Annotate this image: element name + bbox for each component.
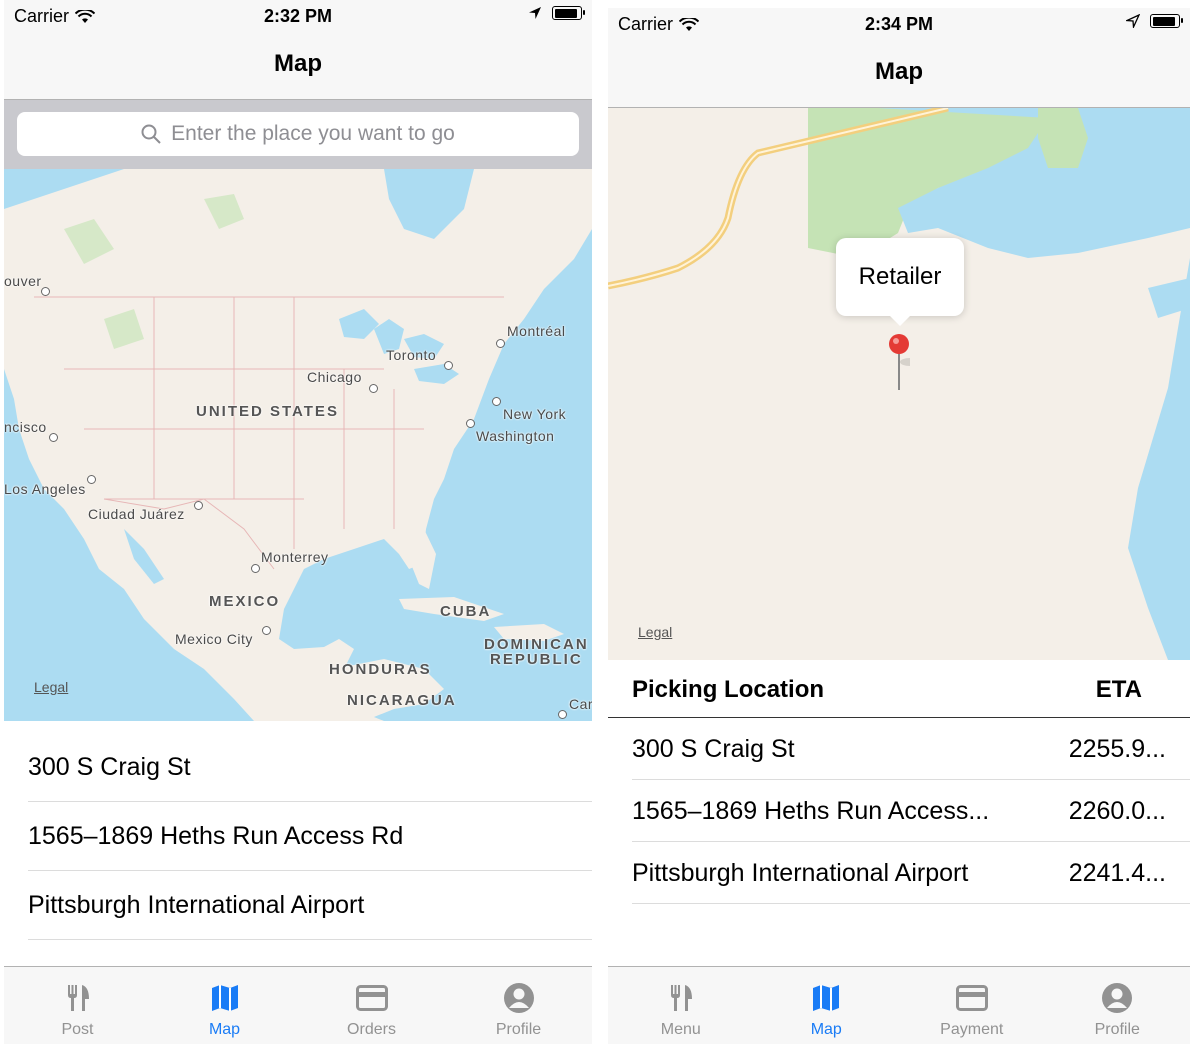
- table-row[interactable]: 300 S Craig St 2255.9...: [632, 718, 1190, 780]
- phone-screen-left: Carrier 2:32 PM Map Enter the place you …: [4, 0, 592, 1044]
- city-marker: [87, 475, 96, 484]
- map-label-new-york: New York: [503, 406, 567, 422]
- city-marker: [444, 361, 453, 370]
- page-title: Map: [274, 50, 322, 77]
- cell-eta: 2255.9...: [1068, 735, 1166, 763]
- picking-table: 300 S Craig St 2255.9... 1565–1869 Heths…: [608, 718, 1190, 904]
- cell-eta: 2241.4...: [1068, 859, 1166, 887]
- map-view[interactable]: Retailer Legal: [608, 108, 1190, 660]
- city-marker: [194, 501, 203, 510]
- list-item[interactable]: Pittsburgh International Airport: [28, 871, 592, 940]
- legal-link[interactable]: Legal: [638, 624, 672, 640]
- map-label-cuba: CUBA: [440, 603, 492, 620]
- map-label-mexico-city: Mexico City: [175, 631, 253, 647]
- tab-label: Profile: [1094, 1021, 1140, 1038]
- tab-bar: Post Map Orders Profile: [4, 966, 592, 1044]
- status-time: 2:32 PM: [263, 6, 333, 26]
- column-header-eta: ETA: [1095, 676, 1142, 703]
- tab-map[interactable]: Map: [754, 967, 900, 1044]
- cell-location: 1565–1869 Heths Run Access...: [632, 797, 990, 825]
- tab-profile[interactable]: Profile: [1045, 967, 1191, 1044]
- tab-label: Map: [208, 1021, 241, 1038]
- fork-knife-icon: [670, 985, 692, 1011]
- map-label-nicaragua: NICARAGUA: [347, 692, 457, 709]
- cell-eta: 2260.0...: [1068, 797, 1166, 825]
- map-label-washington: Washington: [476, 428, 555, 444]
- map-label-united-states: UNITED STATES: [196, 403, 339, 420]
- battery-icon: [552, 6, 585, 20]
- map-label-los-angeles: Los Angeles: [4, 481, 86, 497]
- map-label-san-francisco: ncisco: [4, 419, 47, 435]
- map-view[interactable]: ouver Montréal Toronto Chicago UNITED ST…: [4, 169, 592, 721]
- search-placeholder: Enter the place you want to go: [171, 122, 455, 145]
- tab-label: Post: [61, 1021, 94, 1038]
- map-label-vancouver: ouver: [4, 273, 42, 289]
- navigation-bar: Map: [4, 34, 592, 100]
- battery-icon: [1150, 14, 1183, 28]
- map-label-car: Car: [569, 696, 592, 712]
- map-label-honduras: HONDURAS: [329, 661, 432, 678]
- search-bar: Enter the place you want to go: [4, 100, 592, 169]
- tab-orders[interactable]: Orders: [298, 967, 445, 1044]
- tab-label: Payment: [940, 1021, 1004, 1038]
- tab-profile[interactable]: Profile: [445, 967, 592, 1044]
- map-label-ciudad-juarez: Ciudad Juárez: [88, 506, 185, 522]
- status-right-icons: [1126, 14, 1183, 28]
- cell-location: Pittsburgh International Airport: [632, 859, 969, 887]
- status-time: 2:34 PM: [864, 14, 934, 34]
- tab-label: Orders: [347, 1021, 396, 1038]
- tab-label: Profile: [495, 1021, 542, 1038]
- tab-post[interactable]: Post: [4, 967, 151, 1044]
- map-icon: [211, 985, 238, 1011]
- map-icon: [813, 985, 840, 1011]
- city-marker: [492, 397, 501, 406]
- status-bar: Carrier 2:32 PM: [4, 0, 592, 34]
- table-row[interactable]: 1565–1869 Heths Run Access... 2260.0...: [632, 780, 1190, 842]
- person-icon: [1102, 983, 1133, 1013]
- city-marker: [262, 626, 271, 635]
- city-marker: [49, 433, 58, 442]
- tab-bar: Menu Map Payment Profile: [608, 966, 1190, 1044]
- map-label-republic: REPUBLIC: [490, 651, 583, 668]
- city-marker: [251, 564, 260, 573]
- page-title: Map: [875, 58, 923, 85]
- map-label-toronto: Toronto: [386, 347, 437, 363]
- location-arrow-icon: [1126, 14, 1140, 28]
- map-label-monterrey: Monterrey: [261, 549, 329, 565]
- table-header: Picking Location ETA: [608, 660, 1190, 718]
- tab-map[interactable]: Map: [151, 967, 298, 1044]
- city-marker: [41, 287, 50, 296]
- map-label-mexico: MEXICO: [209, 593, 281, 610]
- search-icon: [141, 124, 161, 144]
- location-pin-icon[interactable]: [888, 334, 910, 394]
- navigation-bar: Map: [608, 42, 1190, 108]
- map-label-chicago: Chicago: [307, 369, 362, 385]
- phone-screen-right: Carrier 2:34 PM Map Retailer Legal Picki…: [608, 8, 1190, 1044]
- tab-menu[interactable]: Menu: [608, 967, 754, 1044]
- tab-label: Menu: [660, 1021, 701, 1038]
- list-item[interactable]: 300 S Craig St: [28, 733, 592, 802]
- person-icon: [503, 983, 534, 1013]
- cell-location: 300 S Craig St: [632, 735, 795, 763]
- retailer-callout[interactable]: Retailer: [836, 238, 964, 326]
- legal-link[interactable]: Legal: [34, 679, 68, 695]
- city-marker: [369, 384, 378, 393]
- search-input[interactable]: Enter the place you want to go: [17, 112, 579, 156]
- card-icon: [355, 985, 388, 1011]
- status-bar: Carrier 2:34 PM: [608, 8, 1190, 42]
- tab-label: Map: [810, 1021, 842, 1038]
- card-icon: [955, 985, 988, 1011]
- city-marker: [466, 419, 475, 428]
- city-marker: [558, 710, 567, 719]
- fork-knife-icon: [67, 985, 89, 1011]
- places-list: 300 S Craig St 1565–1869 Heths Run Acces…: [4, 733, 592, 940]
- tab-payment[interactable]: Payment: [899, 967, 1045, 1044]
- location-arrow-icon: [529, 7, 541, 19]
- city-marker: [496, 339, 505, 348]
- list-item[interactable]: 1565–1869 Heths Run Access Rd: [28, 802, 592, 871]
- map-label-montreal: Montréal: [507, 323, 566, 339]
- column-header-location: Picking Location: [632, 676, 825, 703]
- status-right-icons: [528, 6, 585, 20]
- table-row[interactable]: Pittsburgh International Airport 2241.4.…: [632, 842, 1190, 904]
